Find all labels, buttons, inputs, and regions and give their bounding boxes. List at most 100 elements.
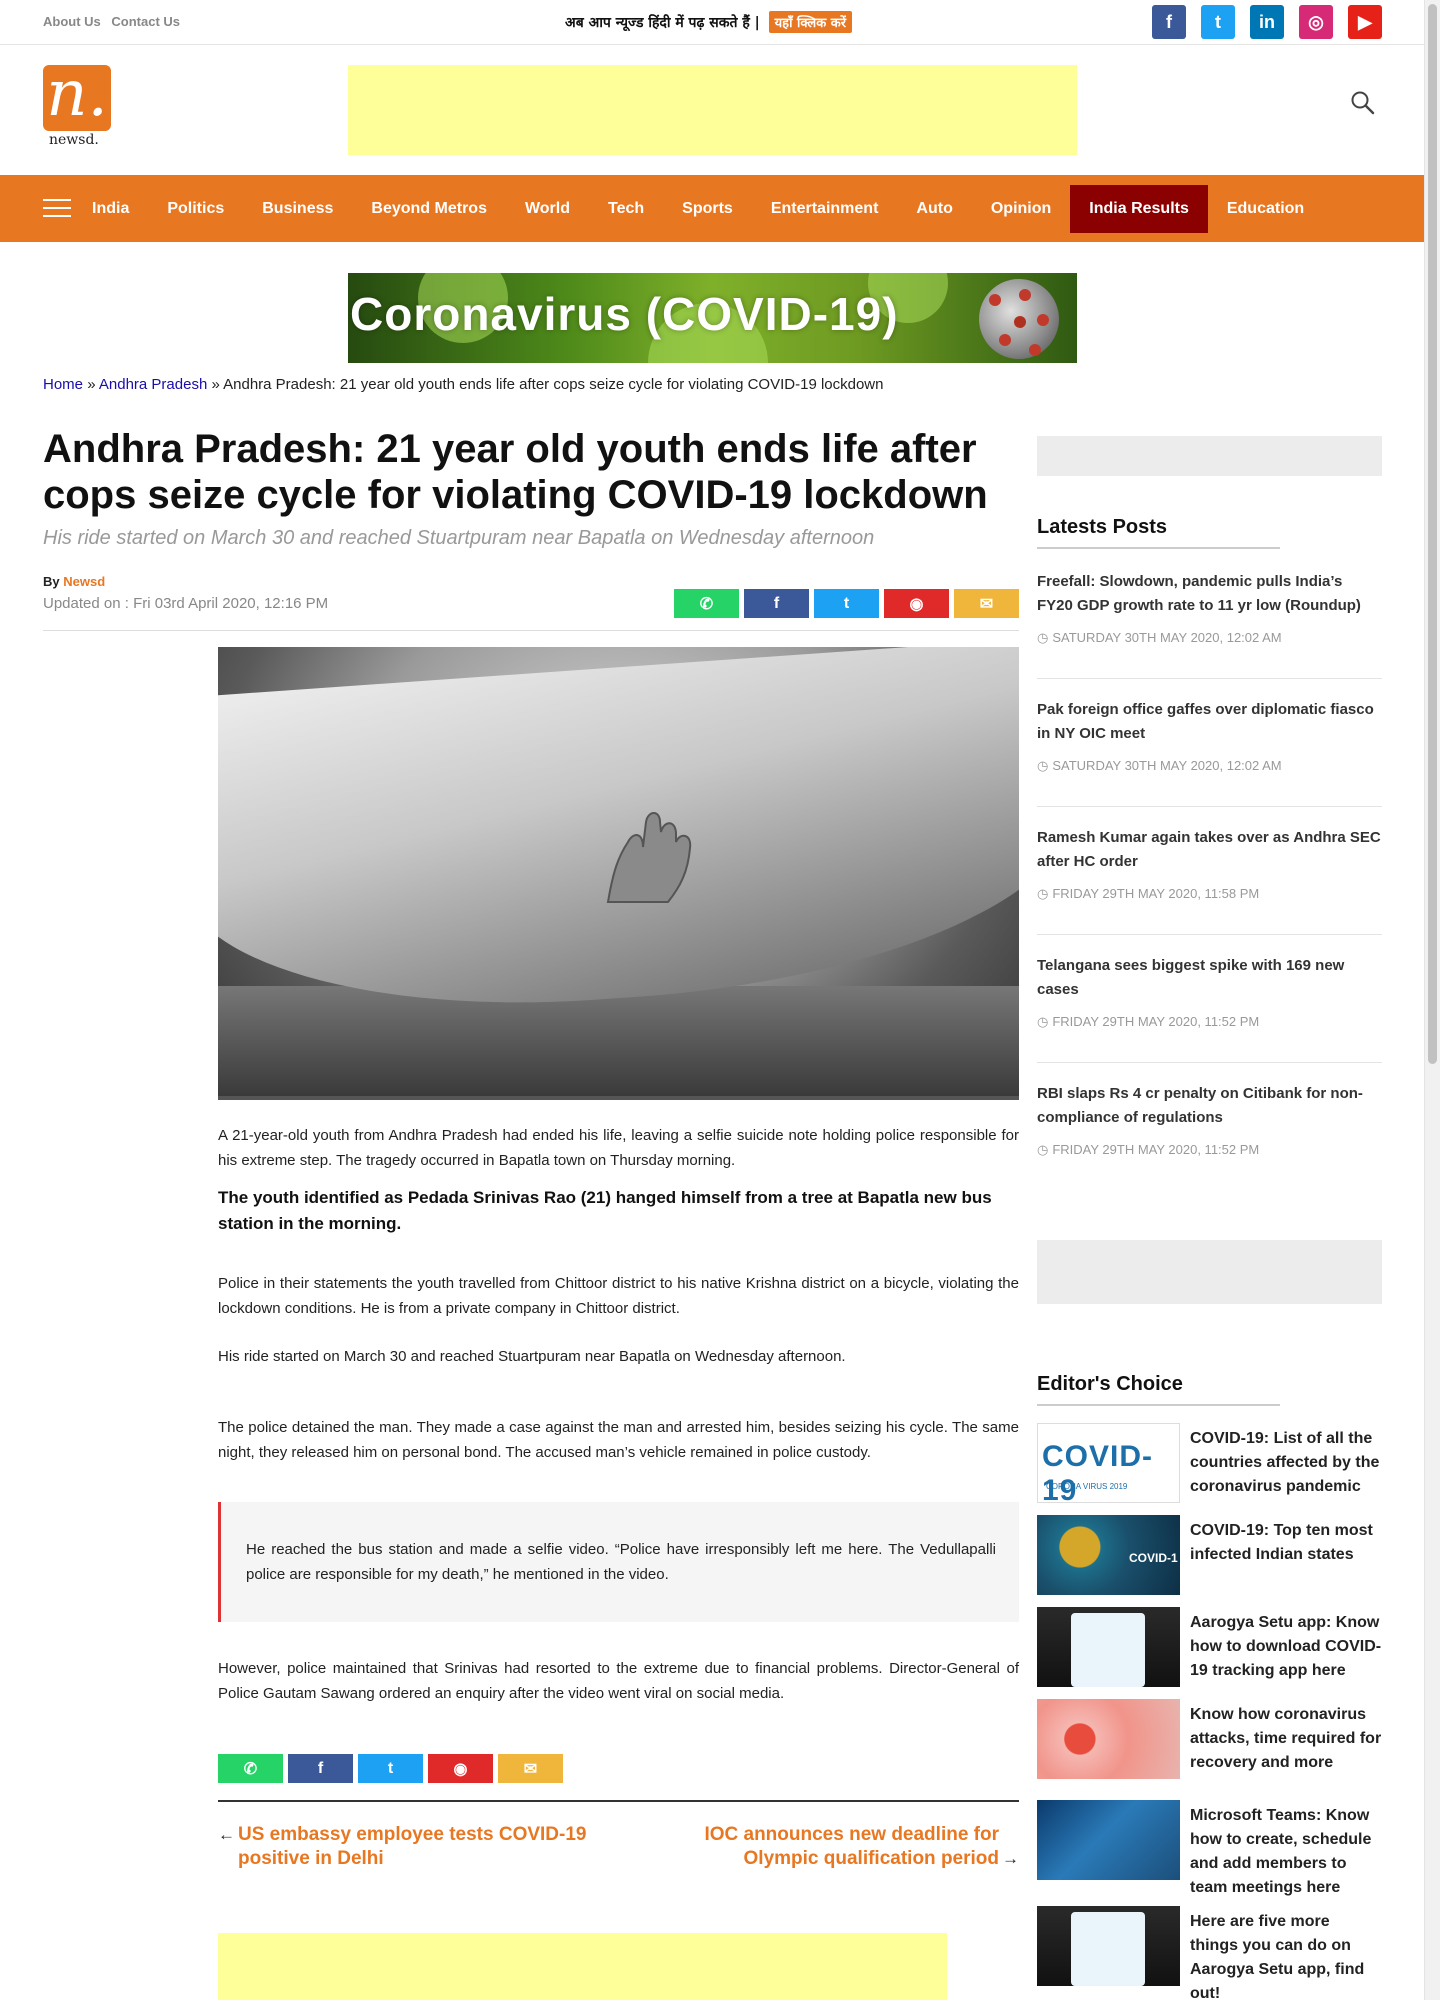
editors-choice-title[interactable]: Aarogya Setu app: Know how to download C… [1190, 1611, 1382, 1683]
nav-item-auto[interactable]: Auto [897, 185, 971, 233]
share-reddit-button[interactable]: ◉ [884, 589, 949, 618]
about-us-link[interactable]: About Us [43, 14, 101, 29]
latest-post-date: SATURDAY 30TH MAY 2020, 12:02 AM [1037, 758, 1382, 774]
byline: By Newsd [43, 574, 105, 589]
editors-choice-title[interactable]: COVID-19: Top ten most infected Indian s… [1190, 1519, 1382, 1567]
latest-post-title[interactable]: Freefall: Slowdown, pandemic pulls India… [1037, 570, 1382, 618]
article-hero-image [218, 647, 1019, 1100]
nav-item-business[interactable]: Business [243, 185, 352, 233]
breadcrumb-home[interactable]: Home [43, 376, 83, 393]
youtube-icon[interactable]: ▶ [1348, 5, 1382, 39]
arrow-right-icon: → [1002, 1849, 1019, 1868]
blockquote-text: He reached the bus station and made a se… [246, 1541, 996, 1583]
thumbnail-text: COVID-19 [1042, 1440, 1153, 1503]
latest-post-item[interactable]: Freefall: Slowdown, pandemic pulls India… [1037, 570, 1382, 646]
twitter-icon[interactable]: t [1201, 5, 1235, 39]
virus-icon [979, 279, 1059, 359]
article-paragraph: Police in their statements the youth tra… [218, 1275, 1019, 1317]
share-twitter-button[interactable]: t [358, 1754, 423, 1783]
prev-post-link[interactable]: ← US embassy employee tests COVID-19 pos… [218, 1823, 598, 1871]
editors-choice-title[interactable]: Know how coronavirus attacks, time requi… [1190, 1703, 1382, 1775]
nav-item-opinion[interactable]: Opinion [972, 185, 1070, 233]
hamburger-menu-icon[interactable] [43, 199, 71, 219]
latest-post-title[interactable]: Pak foreign office gaffes over diplomati… [1037, 698, 1382, 746]
breadcrumb-section[interactable]: Andhra Pradesh [99, 376, 207, 393]
bottom-ad-slot [218, 1933, 947, 2000]
hindi-click-button[interactable]: यहाँ क्लिक करें [768, 11, 853, 33]
nav-item-education[interactable]: Education [1208, 185, 1323, 233]
editors-choice-thumbnail[interactable] [1037, 1607, 1180, 1687]
editors-choice-heading: Editor's Choice [1037, 1373, 1280, 1406]
editors-choice-thumbnail[interactable] [1037, 1800, 1180, 1880]
top-strip: About Us Contact Us अब आप न्यूज्ड हिंदी … [0, 0, 1424, 45]
top-links: About Us Contact Us [43, 14, 187, 29]
latest-post-title[interactable]: RBI slaps Rs 4 cr penalty on Citibank fo… [1037, 1082, 1382, 1130]
scrollbar-thumb[interactable] [1428, 4, 1437, 1064]
phone-screen-icon [1071, 1912, 1145, 1986]
page-scrollbar[interactable] [1424, 0, 1440, 2000]
phone-screen-icon [1071, 1613, 1145, 1687]
author-link[interactable]: Newsd [63, 574, 105, 589]
breadcrumb-current: Andhra Pradesh: 21 year old youth ends l… [223, 376, 884, 393]
nav-item-india-results[interactable]: India Results [1070, 184, 1208, 233]
share-twitter-button[interactable]: t [814, 589, 879, 618]
nav-items: India Politics Business Beyond Metros World T… [73, 175, 1323, 242]
divider [1037, 678, 1382, 679]
thumbnail-text: COVID-1 [1129, 1551, 1178, 1565]
article-paragraph: However, police maintained that Srinivas… [218, 1660, 1019, 1702]
share-email-button[interactable]: ✉ [954, 589, 1019, 618]
search-icon[interactable] [1350, 90, 1376, 116]
latest-post-item[interactable]: Ramesh Kumar again takes over as Andhra … [1037, 826, 1382, 902]
latest-post-item[interactable]: Pak foreign office gaffes over diplomati… [1037, 698, 1382, 774]
latest-posts-heading: Latests Posts [1037, 516, 1280, 549]
latest-post-title[interactable]: Telangana sees biggest spike with 169 ne… [1037, 954, 1382, 1002]
main-nav: India Politics Business Beyond Metros World T… [0, 175, 1424, 242]
share-facebook-button[interactable]: f [744, 589, 809, 618]
share-whatsapp-button[interactable]: ✆ [218, 1754, 283, 1783]
nav-item-beyond-metros[interactable]: Beyond Metros [352, 185, 506, 233]
divider [1037, 934, 1382, 935]
updated-date: Updated on : Fri 03rd April 2020, 12:16 … [43, 595, 329, 612]
share-reddit-button[interactable]: ◉ [428, 1754, 493, 1783]
editors-choice-thumbnail[interactable] [1037, 1906, 1180, 1986]
nav-item-entertainment[interactable]: Entertainment [752, 185, 898, 233]
editors-choice-title[interactable]: COVID-19: List of all the countries affe… [1190, 1427, 1382, 1499]
article-title: Andhra Pradesh: 21 year old youth ends l… [43, 427, 988, 517]
next-post-link[interactable]: IOC announces new deadline for Olympic q… [660, 1823, 1019, 1871]
facebook-icon[interactable]: f [1152, 5, 1186, 39]
latest-post-item[interactable]: RBI slaps Rs 4 cr penalty on Citibank fo… [1037, 1082, 1382, 1158]
nav-item-india[interactable]: India [73, 185, 148, 233]
divider [43, 630, 1019, 631]
editors-choice-thumbnail[interactable] [1037, 1699, 1180, 1779]
share-email-button[interactable]: ✉ [498, 1754, 563, 1783]
linkedin-icon[interactable]: in [1250, 5, 1284, 39]
share-facebook-button[interactable]: f [288, 1754, 353, 1783]
header-ad-slot [348, 65, 1077, 155]
site-logo[interactable]: n. newsd. [43, 62, 118, 150]
editors-choice-title[interactable]: Microsoft Teams: Know how to create, sch… [1190, 1804, 1382, 1900]
share-whatsapp-button[interactable]: ✆ [674, 589, 739, 618]
latest-post-title[interactable]: Ramesh Kumar again takes over as Andhra … [1037, 826, 1382, 874]
nav-item-politics[interactable]: Politics [148, 185, 243, 233]
sidebar-ad-slot-2 [1037, 1240, 1382, 1304]
latest-post-item[interactable]: Telangana sees biggest spike with 169 ne… [1037, 954, 1382, 1030]
nav-item-sports[interactable]: Sports [663, 185, 752, 233]
post-nav-divider [218, 1800, 1019, 1802]
contact-us-link[interactable]: Contact Us [111, 14, 180, 29]
article-paragraph: His ride started on March 30 and reached… [218, 1348, 846, 1365]
instagram-icon[interactable]: ◎ [1299, 5, 1333, 39]
editors-choice-thumbnail[interactable]: COVID-19 CORONA VIRUS 2019 [1037, 1423, 1180, 1503]
article-paragraph: A 21-year-old youth from Andhra Pradesh … [218, 1127, 1019, 1169]
nav-item-world[interactable]: World [506, 185, 589, 233]
next-post-title: IOC announces new deadline for Olympic q… [704, 1824, 999, 1869]
logo-mark: n. [43, 62, 111, 131]
latest-post-date: SATURDAY 30TH MAY 2020, 12:02 AM [1037, 630, 1382, 646]
divider [1037, 1062, 1382, 1063]
editors-choice-title[interactable]: Here are five more things you can do on … [1190, 1910, 1382, 2000]
covid-banner[interactable]: Coronavirus (COVID-19) [348, 273, 1077, 363]
article-blockquote: He reached the bus station and made a se… [218, 1502, 1019, 1622]
nav-item-tech[interactable]: Tech [589, 185, 663, 233]
editors-choice-thumbnail[interactable]: COVID-1 [1037, 1515, 1180, 1595]
article-paragraph: The police detained the man. They made a… [218, 1419, 1019, 1461]
by-label: By [43, 574, 60, 589]
